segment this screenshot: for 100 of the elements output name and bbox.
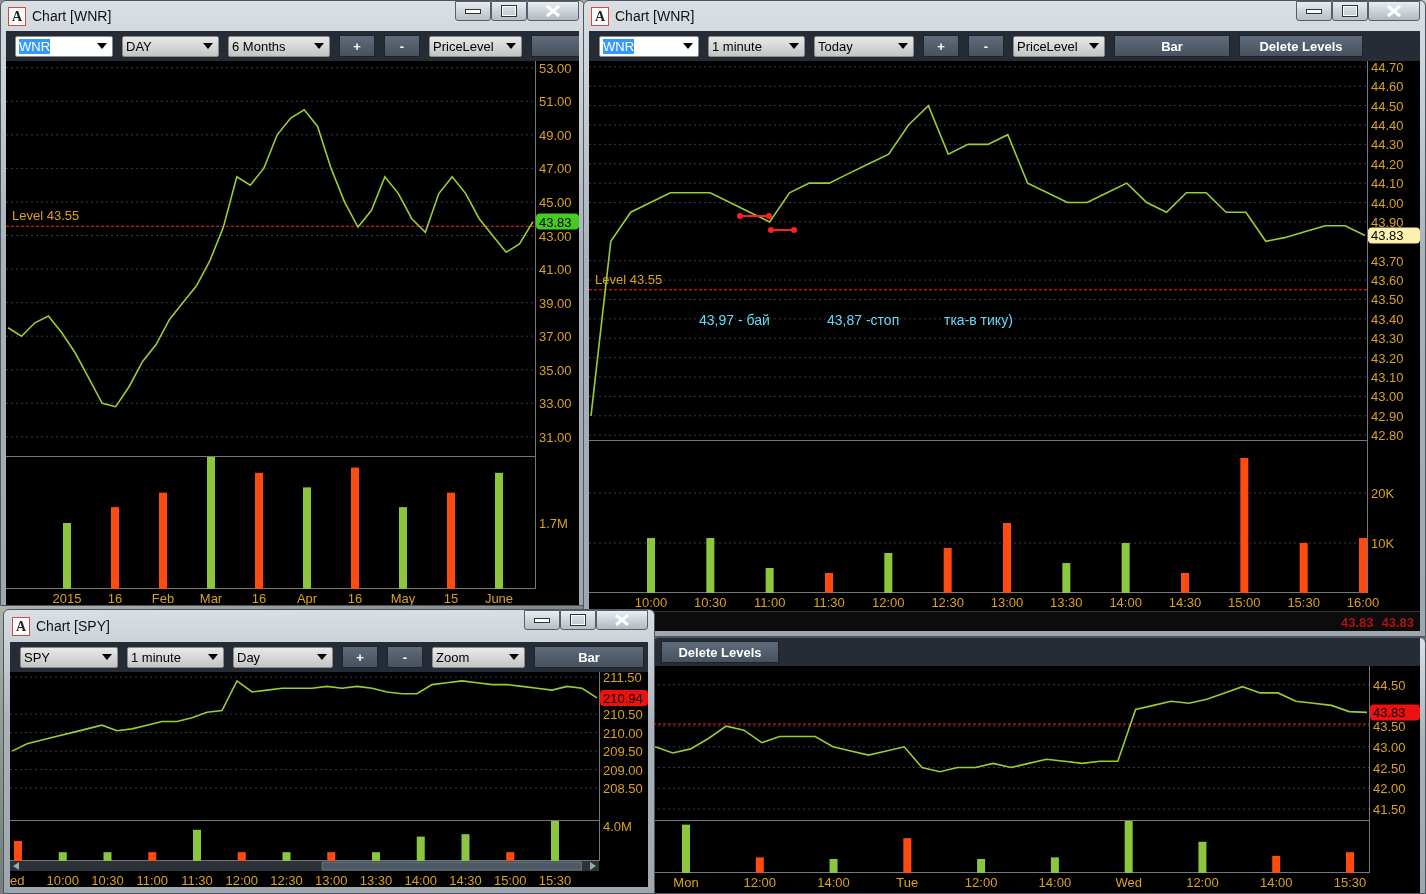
axis-label: 35.00	[539, 362, 572, 378]
status-price: 43.83	[1340, 614, 1374, 630]
axis-label: 13:00	[990, 595, 1024, 610]
axis-label: 31.00	[539, 429, 572, 445]
price-label: 43.83	[539, 214, 572, 230]
axis-label: 43.70	[1371, 253, 1404, 269]
axis-label: 14:30	[449, 873, 482, 887]
axis-label: 15:00	[1228, 595, 1261, 610]
axis-label: 210.00	[603, 725, 643, 741]
axis-label: 11:00	[753, 595, 786, 610]
axis-label: 14:00	[817, 875, 850, 890]
axis-label: 16	[251, 591, 267, 605]
axis-label: June	[484, 591, 514, 605]
axis-label: Tue	[896, 875, 919, 890]
price-label: 43.83	[1371, 228, 1404, 244]
axis-label: 16	[107, 591, 123, 605]
axis-label: 10:30	[91, 873, 124, 887]
axis-label: 43.50	[1371, 292, 1404, 308]
axis-label: 10:30	[694, 595, 727, 610]
axis-label: 2015	[52, 591, 82, 605]
axis-label: 44.40	[1371, 118, 1404, 133]
level-label: Level 43.55	[12, 208, 80, 224]
axis-label: 11:00	[136, 873, 169, 887]
axis-label: 13:30	[1050, 595, 1083, 610]
axis-label: 16	[347, 591, 363, 605]
axis-label: 15:30	[1333, 875, 1367, 890]
axis-label: 15	[443, 591, 459, 605]
axis-label: 211.50	[603, 672, 642, 686]
price-label: 43.83	[1373, 705, 1406, 721]
axis-label: 39.00	[539, 295, 572, 311]
axis-label: 15:30	[538, 873, 572, 887]
axis-label: 209.50	[603, 744, 643, 760]
axis-label: 15:00	[494, 873, 527, 887]
axis-label: 210.50	[603, 707, 643, 723]
axis-label: 14:30	[1168, 595, 1202, 610]
axis-label: 13:30	[359, 873, 393, 887]
axis-label: 10:00	[634, 595, 668, 610]
chart-note: 43,97 - бай	[699, 312, 770, 328]
axis-label: Feb	[151, 591, 175, 605]
axis-label: 43.40	[1371, 311, 1404, 327]
chart-note: тка-в тику)	[944, 312, 1013, 328]
axis-label: 209.00	[603, 762, 643, 778]
axis-label: 43.10	[1371, 370, 1404, 385]
axis-label: 42.00	[1373, 781, 1406, 797]
window-title: Chart [SPY]	[36, 618, 110, 634]
axis-label: 14:00	[404, 873, 437, 887]
axis-label: 43.00	[1373, 739, 1406, 755]
axis-label: 43.20	[1371, 350, 1404, 366]
window-title: Chart [WNR]	[32, 8, 112, 24]
app-logo: A	[591, 6, 609, 26]
axis-label: 12:00	[225, 873, 258, 887]
axis-label: 37.00	[539, 329, 572, 345]
axis-label: 16:00	[1346, 595, 1380, 610]
axis-label: Apr	[296, 591, 318, 605]
axis-label: 44.30	[1371, 137, 1404, 153]
axis-label: 14:00	[1259, 875, 1293, 890]
axis-label: 10K	[1371, 536, 1395, 551]
axis-label: 43.00	[1371, 389, 1404, 405]
axis-label: Wed	[1115, 875, 1142, 890]
axis-label: 12:00	[964, 875, 998, 890]
axis-label: 44.20	[1371, 156, 1404, 172]
axis-label: 42.50	[1373, 760, 1406, 776]
axis-label: 20K	[1371, 486, 1395, 501]
axis-label: 12:30	[931, 595, 964, 610]
axis-label: Mar	[199, 591, 223, 605]
axis-label: 43.60	[1371, 273, 1404, 289]
app-logo: A	[12, 616, 30, 636]
axis-label: 12:30	[270, 873, 303, 887]
axis-label: 14:00	[1038, 875, 1072, 890]
axis-label: 53.00	[539, 61, 572, 76]
axis-label: ed	[10, 873, 25, 887]
axis-label: 43.00	[539, 228, 572, 244]
axis-label: 11:30	[813, 595, 845, 610]
chart-note: 43,87 -стоп	[827, 312, 900, 328]
axis-label: 42.80	[1371, 428, 1404, 441]
axis-label: 15:30	[1287, 595, 1320, 610]
axis-label: 208.50	[603, 781, 643, 797]
status-price: 43.83	[1381, 614, 1414, 630]
axis-label: 1.7M	[539, 516, 568, 531]
axis-label: 43.30	[1371, 331, 1404, 347]
axis-label: 43.50	[1373, 719, 1406, 735]
axis-label: 12:00	[1186, 875, 1219, 890]
axis-label: 41.00	[539, 262, 572, 278]
axis-label: 44.50	[1373, 677, 1406, 693]
axis-label: 44.10	[1371, 176, 1404, 192]
axis-label: 51.00	[539, 94, 572, 110]
axis-label: 44.70	[1371, 61, 1404, 75]
axis-label: 4.0M	[603, 821, 632, 834]
axis-label: 45.00	[539, 194, 572, 210]
axis-label: 44.60	[1371, 79, 1404, 95]
axis-label: May	[390, 591, 416, 605]
axis-label: 11:30	[181, 873, 213, 887]
axis-label: 10:00	[46, 873, 79, 887]
axis-label: 42.90	[1371, 408, 1404, 424]
axis-label: 49.00	[539, 127, 572, 143]
window-title: Chart [WNR]	[615, 8, 695, 24]
axis-label: Mon	[673, 875, 699, 890]
axis-label: 44.00	[1371, 195, 1404, 211]
axis-label: 43.90	[1371, 214, 1404, 230]
axis-label: 47.00	[539, 161, 572, 177]
